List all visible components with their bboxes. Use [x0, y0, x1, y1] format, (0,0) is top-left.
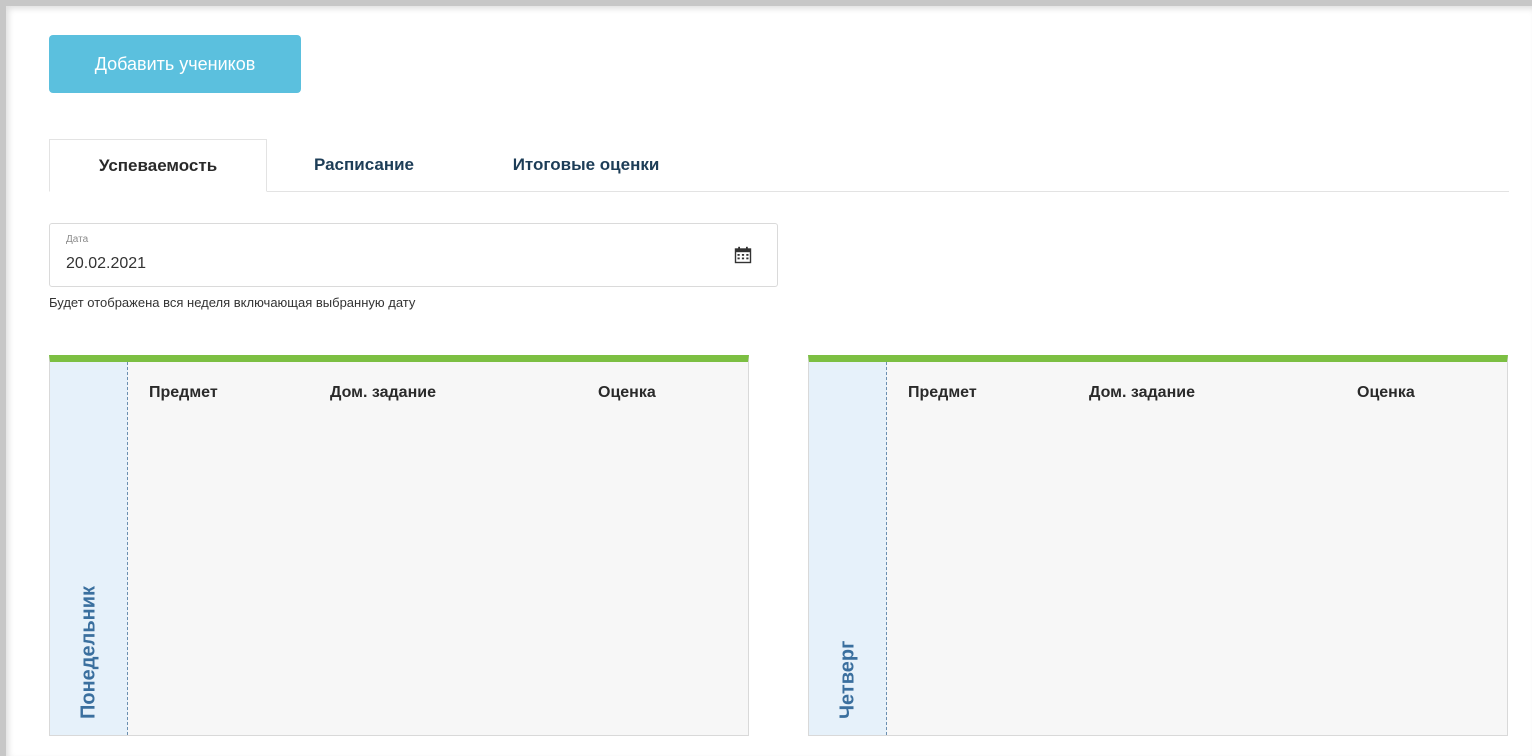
column-header-homework: Дом. задание — [330, 384, 436, 401]
column-header-homework: Дом. задание — [1089, 384, 1195, 401]
tab-schedule[interactable]: Расписание — [289, 139, 439, 191]
tab-final-grades[interactable]: Итоговые оценки — [481, 139, 691, 191]
column-header-subject: Предмет — [908, 384, 977, 401]
day-name: Четверг — [836, 640, 859, 719]
day-name: Понедельник — [77, 586, 100, 719]
date-hint: Будет отображена вся неделя включающая в… — [49, 295, 416, 310]
tab-performance[interactable]: Успеваемость — [49, 139, 267, 192]
day-card-thursday: Четверг Предмет Дом. задание Оценка — [808, 355, 1508, 736]
page-frame: Добавить учеников Успеваемость Расписани… — [0, 0, 1532, 756]
add-students-button[interactable]: Добавить учеников — [49, 35, 301, 93]
day-card-monday: Понедельник Предмет Дом. задание Оценка — [49, 355, 749, 736]
column-header-grade: Оценка — [1357, 384, 1415, 401]
column-header-subject: Предмет — [149, 384, 218, 401]
date-field-value[interactable]: 20.02.2021 — [66, 255, 146, 273]
date-field[interactable]: Дата 20.02.2021 — [49, 223, 709, 287]
calendar-icon — [734, 246, 751, 264]
date-field-label: Дата — [66, 234, 89, 245]
calendar-button[interactable] — [708, 223, 778, 287]
day-strip: Четверг — [809, 362, 887, 735]
tab-bar: Успеваемость Расписание Итоговые оценки — [49, 139, 1509, 192]
day-strip: Понедельник — [50, 362, 128, 735]
column-header-grade: Оценка — [598, 384, 656, 401]
